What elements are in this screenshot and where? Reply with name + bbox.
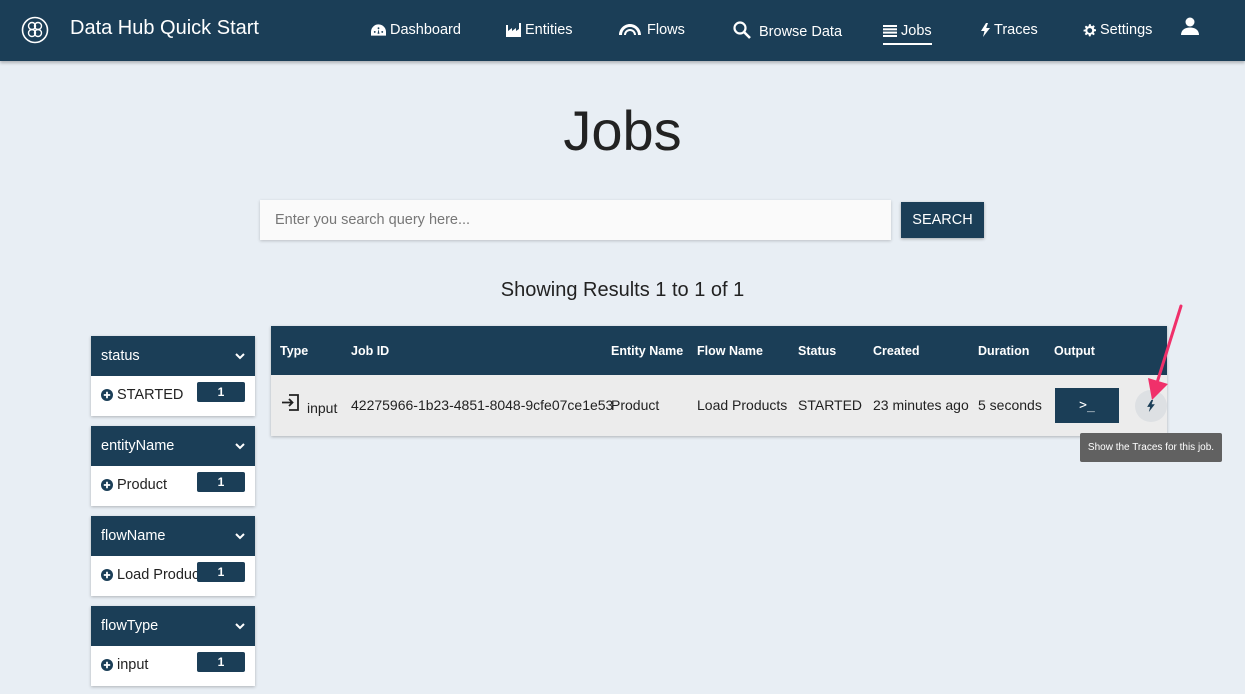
results-summary: Showing Results 1 to 1 of 1 [500,279,745,301]
facet-entityname-title: entityName [101,438,175,454]
table-header: Type Job ID Entity Name Flow Name Status… [271,326,1167,375]
row-status: STARTED [798,397,863,413]
facet-flowtype: flowType input [91,606,255,686]
facet-flowname-header[interactable]: flowName [91,516,255,556]
column-header-duration[interactable]: Duration [978,344,1029,358]
marklogic-logo-icon[interactable] [21,16,49,44]
facet-status-value-label: STARTED [117,387,184,403]
column-header-flow-name[interactable]: Flow Name [697,344,763,358]
search-input[interactable] [260,200,891,240]
nav-jobs-label: Jobs [901,22,932,39]
column-header-entity-name[interactable]: Entity Name [611,344,683,358]
facet-entityname-count: 1 [197,472,245,492]
plus-circle-icon [101,659,113,671]
top-navbar: Data Hub Quick Start Dashboard Entities … [0,0,1245,61]
input-sign-in-icon [282,394,299,411]
facet-flowname-count: 1 [197,562,245,582]
facet-flowtype-value-label: input [117,657,149,673]
facet-status-header[interactable]: status [91,336,255,376]
bolt-icon [981,23,990,37]
traces-tooltip: Show the Traces for this job. [1080,433,1222,462]
row-duration: 5 seconds [978,397,1042,413]
nav-browse-data[interactable]: Browse Data [733,18,842,42]
jobs-icon [883,24,897,37]
facet-status: status STARTED [91,336,255,416]
facet-entityname-value-label: Product [117,477,167,493]
app-title[interactable]: Data Hub Quick Start [70,17,259,40]
gear-icon [1083,23,1096,36]
nav-settings[interactable]: Settings [1083,18,1152,42]
annotation-arrow-icon [1148,304,1183,400]
facet-entityname-header[interactable]: entityName [91,426,255,466]
nav-settings-label: Settings [1100,22,1153,38]
nav-dashboard[interactable]: Dashboard [371,18,461,42]
column-header-status[interactable]: Status [798,344,836,358]
column-header-type[interactable]: Type [280,344,308,358]
facet-flowname: flowName Load Products [91,516,255,596]
plus-circle-icon [101,569,113,581]
nav-jobs[interactable]: Jobs [883,18,932,45]
jobs-table: Type Job ID Entity Name Flow Name Status… [271,326,1167,436]
chevron-down-icon [235,443,245,450]
row-type: input [307,400,338,416]
flows-icon [619,24,641,35]
facet-status-count: 1 [197,382,245,402]
output-button[interactable]: >_ [1055,388,1119,423]
dashboard-icon [371,24,386,36]
facet-flowname-title: flowName [101,528,166,544]
user-icon[interactable] [1180,16,1200,36]
nav-flows[interactable]: Flows [619,18,685,42]
row-job-id: 42275966-1b23-4851-8048-9cfe07ce1e53 [351,397,614,413]
facet-status-title: status [101,348,140,364]
chevron-down-icon [235,353,245,360]
nav-dashboard-label: Dashboard [390,22,461,38]
facet-flowtype-header[interactable]: flowType [91,606,255,646]
row-entity-name: Product [611,397,660,413]
facet-entityname: entityName Product [91,426,255,506]
facet-entityname-value[interactable]: Product [101,477,167,493]
table-row: input 42275966-1b23-4851-8048-9cfe07ce1e… [271,375,1167,436]
row-flow-name: Load Products [697,397,788,413]
search-icon [733,21,751,39]
facet-status-value[interactable]: STARTED [101,387,183,403]
column-header-output: Output [1054,344,1095,358]
facet-flowtype-title: flowType [101,618,159,634]
facet-flowname-value[interactable]: Load Products [101,567,211,583]
facet-flowtype-count: 1 [197,652,245,672]
entities-icon [506,23,521,37]
nav-entities-label: Entities [525,22,573,38]
nav-traces[interactable]: Traces [981,18,1038,42]
column-header-job-id[interactable]: Job ID [351,344,389,358]
nav-flows-label: Flows [647,22,685,38]
nav-traces-label: Traces [994,22,1038,38]
plus-circle-icon [101,479,113,491]
page-title: Jobs [563,99,682,162]
plus-circle-icon [101,389,113,401]
chevron-down-icon [235,533,245,540]
chevron-down-icon [235,623,245,630]
facet-flowtype-value[interactable]: input [101,657,148,673]
row-created: 23 minutes ago [873,397,969,413]
column-header-created[interactable]: Created [873,344,920,358]
search-button[interactable]: SEARCH [901,202,984,238]
nav-browse-data-label: Browse Data [759,24,843,40]
nav-entities[interactable]: Entities [506,18,573,42]
